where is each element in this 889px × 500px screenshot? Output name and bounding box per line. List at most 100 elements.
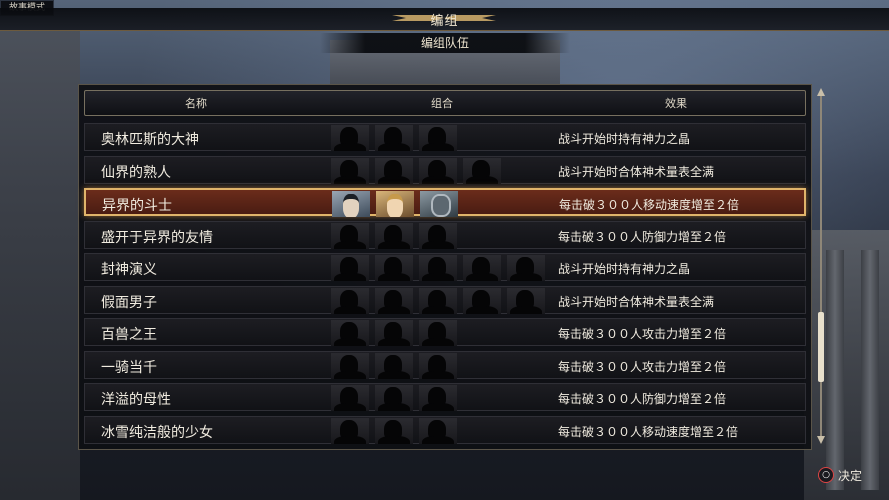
silhouette-shoulders	[378, 403, 410, 411]
team-row[interactable]: 异界的斗士 每击破３００人移动速度增至２倍	[84, 188, 806, 217]
silhouette-shoulders	[378, 435, 410, 444]
locked-character-silhouette	[507, 287, 545, 314]
locked-character-silhouette	[419, 287, 457, 314]
silhouette-shoulders	[334, 175, 366, 184]
silhouette-shoulders	[378, 175, 410, 184]
locked-character-silhouette	[375, 125, 413, 151]
pillar	[826, 250, 844, 490]
scrollbar[interactable]	[817, 88, 825, 444]
column-header-name: 名称	[185, 97, 207, 110]
locked-character-silhouette	[463, 255, 501, 281]
locked-character-silhouette	[419, 320, 457, 346]
locked-character-silhouette	[331, 125, 369, 151]
column-header-combo: 组合	[431, 97, 453, 110]
team-effect: 每击破３００人防御力增至２倍	[558, 229, 727, 244]
team-name: 封神演义	[101, 262, 157, 278]
team-effect: 战斗开始时持有神力之晶	[558, 262, 691, 276]
team-effect: 每击破３００人攻击力增至２倍	[558, 327, 727, 341]
silhouette-shoulders	[378, 305, 410, 314]
scroll-track[interactable]	[820, 96, 822, 436]
locked-character-silhouette	[331, 255, 369, 281]
team-row[interactable]: 奥林匹斯的大神 战斗开始时持有神力之晶	[84, 123, 806, 151]
member-portraits	[331, 417, 457, 444]
team-row[interactable]: 封神演义 战斗开始时持有神力之晶	[84, 253, 806, 281]
member-portraits	[331, 287, 545, 314]
character-portrait	[332, 191, 370, 217]
locked-character-silhouette	[375, 352, 413, 379]
page-title: 编组	[430, 14, 459, 29]
locked-character-silhouette	[419, 385, 457, 411]
team-row[interactable]: 百兽之王 每击破３００人攻击力增至２倍	[84, 318, 806, 346]
scroll-down-arrow-icon[interactable]	[817, 436, 825, 444]
table-header: 名称 组合 效果	[84, 90, 806, 116]
team-row[interactable]: 洋溢的母性 每击破３００人防御力增至２倍	[84, 383, 806, 411]
team-name: 冰雪纯洁般的少女	[101, 424, 213, 441]
team-effect: 战斗开始时合体神术量表全满	[558, 164, 715, 179]
member-portraits	[331, 157, 501, 184]
team-effect: 战斗开始时合体神术量表全满	[558, 294, 715, 309]
member-portraits	[331, 352, 457, 379]
locked-character-silhouette	[375, 320, 413, 346]
locked-character-silhouette	[331, 287, 369, 314]
silhouette-shoulders	[334, 240, 366, 249]
team-effect: 战斗开始时持有神力之晶	[558, 132, 691, 146]
silhouette-shoulders	[334, 305, 366, 314]
portrait-face	[387, 194, 403, 217]
team-name: 洋溢的母性	[101, 392, 171, 408]
team-row[interactable]: 假面男子 战斗开始时合体神术量表全满	[84, 285, 806, 314]
team-row[interactable]: 冰雪纯洁般的少女 每击破３００人移动速度增至２倍	[84, 415, 806, 444]
silhouette-shoulders	[378, 338, 410, 346]
confirm-hint[interactable]: ○ 决定	[818, 466, 862, 484]
silhouette-shoulders	[422, 370, 454, 379]
team-effect: 每击破３００人防御力增至２倍	[558, 392, 727, 406]
member-portraits	[331, 255, 545, 281]
silhouette-shoulders	[378, 273, 410, 281]
locked-character-silhouette	[375, 417, 413, 444]
locked-character-silhouette	[463, 157, 501, 184]
silhouette-shoulders	[466, 273, 498, 281]
locked-character-silhouette	[375, 157, 413, 184]
team-name: 仙界的熟人	[101, 164, 171, 181]
locked-character-silhouette	[331, 222, 369, 249]
silhouette-shoulders	[378, 143, 410, 151]
locked-character-silhouette	[375, 222, 413, 249]
portrait-face	[431, 194, 451, 217]
silhouette-shoulders	[510, 305, 542, 314]
locked-character-silhouette	[331, 385, 369, 411]
team-row[interactable]: 一骑当千 每击破３００人攻击力增至２倍	[84, 350, 806, 379]
team-row[interactable]: 盛开于异界的友情 每击破３００人防御力增至２倍	[84, 220, 806, 249]
locked-character-silhouette	[375, 255, 413, 281]
character-portrait	[420, 191, 458, 217]
member-portraits	[331, 320, 457, 346]
team-row[interactable]: 仙界的熟人 战斗开始时合体神术量表全满	[84, 155, 806, 184]
circle-button-icon: ○	[818, 467, 834, 483]
silhouette-shoulders	[422, 435, 454, 444]
team-list-panel: 名称 组合 效果 奥林匹斯的大神 战斗开始时持有神力之晶 仙界的熟人 战斗开始时合体神…	[78, 84, 812, 450]
team-name: 假面男子	[101, 294, 157, 311]
silhouette-shoulders	[422, 240, 454, 249]
locked-character-silhouette	[419, 417, 457, 444]
ruin-left	[0, 30, 80, 500]
team-effect: 每击破３００人移动速度增至２倍	[559, 198, 740, 212]
team-effect: 每击破３００人移动速度增至２倍	[558, 424, 739, 439]
silhouette-shoulders	[334, 273, 366, 281]
locked-character-silhouette	[419, 222, 457, 249]
member-portraits	[331, 125, 457, 151]
title-bar: 编组	[0, 8, 889, 31]
scroll-up-arrow-icon[interactable]	[817, 88, 825, 96]
silhouette-shoulders	[510, 273, 542, 281]
section-title: 编组队伍	[320, 33, 570, 53]
silhouette-shoulders	[378, 240, 410, 249]
confirm-label: 决定	[838, 468, 863, 483]
silhouette-shoulders	[466, 175, 498, 184]
silhouette-shoulders	[422, 338, 454, 346]
team-name: 奥林匹斯的大神	[101, 132, 199, 148]
silhouette-shoulders	[422, 403, 454, 411]
silhouette-shoulders	[422, 175, 454, 184]
team-name: 异界的斗士	[102, 198, 172, 214]
team-name: 盛开于异界的友情	[101, 229, 213, 246]
locked-character-silhouette	[375, 287, 413, 314]
scroll-thumb[interactable]	[818, 312, 824, 382]
character-portrait	[376, 191, 414, 217]
silhouette-shoulders	[466, 305, 498, 314]
